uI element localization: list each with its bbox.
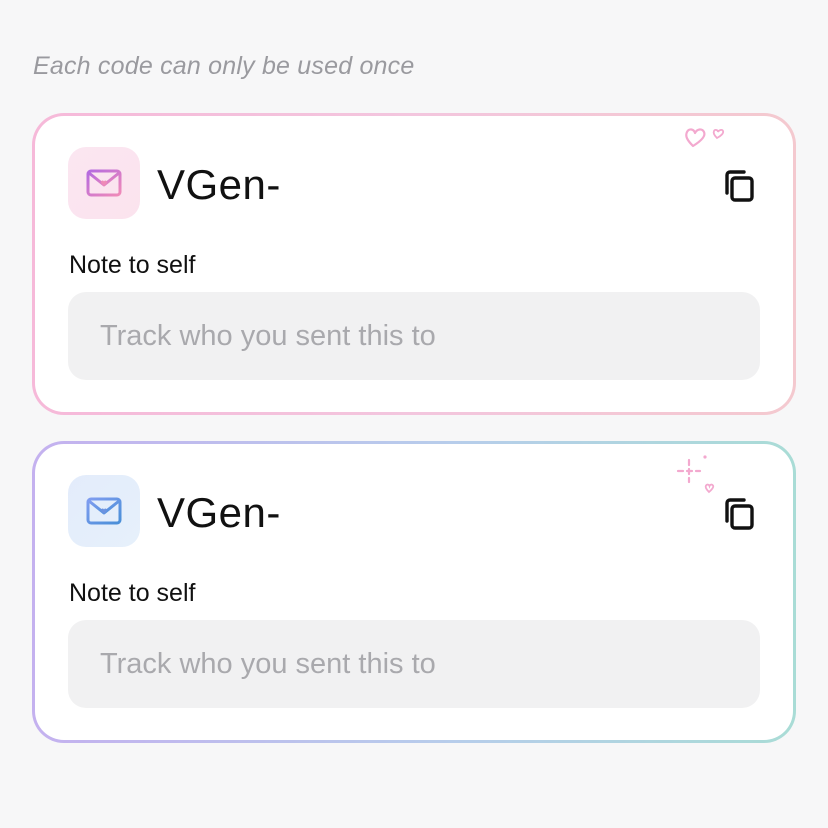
app-icon-tile [68, 475, 140, 547]
invite-code: VGen- [157, 489, 281, 536]
code-card-1: VGen- Note to self [32, 113, 796, 415]
sparkle-heart-doodle-icon [676, 455, 715, 494]
note-input[interactable] [68, 620, 760, 708]
copy-icon[interactable] [722, 496, 758, 532]
usage-hint: Each code can only be used once [33, 52, 415, 80]
code-card-body: VGen- Note to self [35, 444, 793, 740]
note-label: Note to self [69, 579, 196, 607]
hearts-doodle-icon [685, 128, 725, 148]
code-card-2: VGen- Note to self [32, 441, 796, 743]
note-input[interactable] [68, 292, 760, 380]
invite-code: VGen- [157, 161, 281, 208]
app-icon-tile [68, 147, 140, 219]
code-card-body: VGen- Note to self [35, 116, 793, 412]
note-label: Note to self [69, 251, 196, 279]
envelope-heart-icon [86, 497, 122, 525]
copy-icon[interactable] [722, 168, 758, 204]
envelope-heart-icon [86, 169, 122, 197]
